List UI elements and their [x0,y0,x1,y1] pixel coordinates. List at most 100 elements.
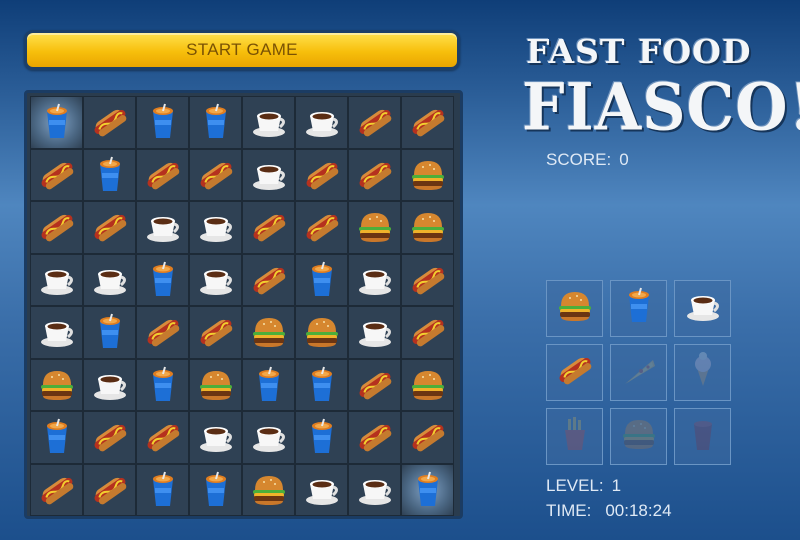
coffee-icon [249,155,289,195]
hotdog-icon [143,312,183,352]
hotdog-icon [555,350,595,395]
coffee-icon [355,312,395,352]
palette-slot [546,280,603,337]
board-cell[interactable] [401,463,454,516]
board-cell[interactable] [83,253,136,306]
burger-icon [355,207,395,247]
coffee-icon [249,417,289,457]
board-cell[interactable] [348,148,401,201]
board-cell[interactable] [189,253,242,306]
board-cell[interactable] [136,201,189,254]
board-cell[interactable] [401,411,454,464]
board-cell[interactable] [30,96,83,149]
board-cell[interactable] [348,358,401,411]
board-cell[interactable] [83,148,136,201]
board-cell[interactable] [189,148,242,201]
board-cell[interactable] [242,96,295,149]
board-cell[interactable] [83,358,136,411]
board-cell[interactable] [136,253,189,306]
item-palette [546,280,731,465]
hotdog-icon [143,155,183,195]
hotdog-icon [90,470,130,510]
board-cell[interactable] [242,201,295,254]
coffee-icon [90,365,130,405]
burger-icon [408,365,448,405]
board-cell[interactable] [242,358,295,411]
board-cell[interactable] [401,201,454,254]
cup-icon [683,414,723,459]
hotdog-icon [37,207,77,247]
board-cell[interactable] [348,201,401,254]
score-display: SCORE: 0 [546,150,629,170]
board-cell[interactable] [189,306,242,359]
coffee-icon [37,260,77,300]
hotdog-icon [249,260,289,300]
board-cell[interactable] [30,411,83,464]
board-cell[interactable] [189,411,242,464]
board-cell[interactable] [189,358,242,411]
board-cell[interactable] [348,96,401,149]
board-cell[interactable] [30,358,83,411]
board-cell[interactable] [401,96,454,149]
hotdog-icon [355,155,395,195]
board-cell[interactable] [30,253,83,306]
board-cell[interactable] [83,201,136,254]
palette-slot [546,344,603,401]
board-cell[interactable] [348,253,401,306]
board-cell[interactable] [136,148,189,201]
board-cell[interactable] [295,96,348,149]
board-cell[interactable] [136,411,189,464]
score-value: 0 [619,150,629,169]
board-cell[interactable] [401,358,454,411]
coffee-icon [196,207,236,247]
board-cell[interactable] [348,463,401,516]
level-label: LEVEL: [546,476,604,495]
time-display: TIME: 00:18:24 [546,501,672,521]
burger-icon [408,207,448,247]
board-cell[interactable] [83,411,136,464]
game-board[interactable] [24,90,463,519]
board-cell[interactable] [242,148,295,201]
board-cell[interactable] [401,253,454,306]
board-cell[interactable] [30,306,83,359]
soda-icon [302,260,342,300]
board-cell[interactable] [295,411,348,464]
board-cell[interactable] [348,306,401,359]
board-cell[interactable] [295,148,348,201]
board-cell[interactable] [295,306,348,359]
board-cell[interactable] [242,253,295,306]
board-cell[interactable] [348,411,401,464]
board-cell[interactable] [401,306,454,359]
board-cell[interactable] [242,463,295,516]
game-logo: FAST FOOD FIASCO! [522,32,800,146]
soda-icon [143,260,183,300]
board-cell[interactable] [189,201,242,254]
time-value: 00:18:24 [605,501,672,520]
board-cell[interactable] [295,253,348,306]
board-cell[interactable] [136,96,189,149]
hotdog-icon [249,207,289,247]
board-cell[interactable] [83,463,136,516]
board-cell[interactable] [30,201,83,254]
board-cell[interactable] [136,358,189,411]
board-cell[interactable] [30,463,83,516]
board-cell[interactable] [136,463,189,516]
board-cell[interactable] [83,96,136,149]
board-cell[interactable] [295,463,348,516]
board-cell[interactable] [401,148,454,201]
fries-icon [555,414,595,459]
hotdog-icon [408,312,448,352]
board-cell[interactable] [189,463,242,516]
board-cell[interactable] [83,306,136,359]
hotdog-icon [302,155,342,195]
board-cell[interactable] [242,306,295,359]
board-cell[interactable] [136,306,189,359]
level-value: 1 [611,476,622,495]
board-cell[interactable] [30,148,83,201]
hotdog-icon [37,470,77,510]
board-cell[interactable] [295,201,348,254]
start-game-button[interactable]: START GAME [24,30,460,70]
board-cell[interactable] [295,358,348,411]
board-cell[interactable] [242,411,295,464]
board-cell[interactable] [189,96,242,149]
